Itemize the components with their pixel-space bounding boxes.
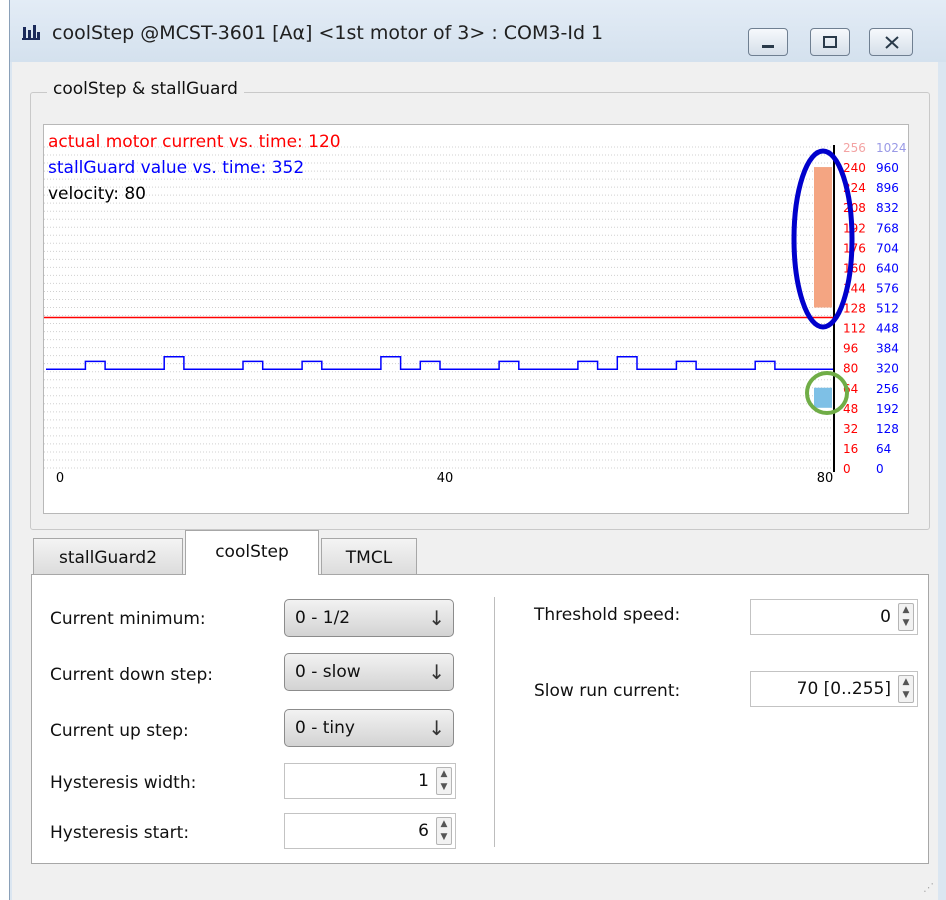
window-title: coolStep @MCST-3601 [Aα] <1st motor of 3…: [52, 22, 604, 44]
x-tick-label: 40: [437, 471, 454, 486]
y-tick-label-current: 128: [843, 302, 866, 316]
current-up-step-value: 0 - tiny: [295, 718, 355, 738]
arrow-down-icon: ↓: [428, 716, 445, 740]
client-area: coolStep & stallGuard actual motor curre…: [12, 62, 938, 900]
slow-run-current-value: 70 [0..255]: [796, 679, 891, 699]
y-tick-label-current: 192: [843, 221, 866, 235]
current-down-step-label: Current down step:: [50, 665, 214, 685]
y-tick-label-stallguard: 640: [876, 261, 899, 275]
maximize-icon: [823, 36, 837, 48]
y-tick-label-current: 80: [843, 362, 858, 376]
arrow-down-icon: ↓: [428, 660, 445, 684]
minimize-button[interactable]: [748, 28, 788, 56]
y-tick-label-stallguard: 576: [876, 281, 899, 295]
hysteresis-width-spinbox[interactable]: 1 ▲ ▼: [284, 763, 456, 799]
y-tick-label-current: 112: [843, 322, 866, 336]
y-tick-label-stallguard: 320: [876, 362, 899, 376]
tab-coolstep[interactable]: coolStep: [185, 530, 319, 575]
x-tick-label: 0: [56, 471, 64, 486]
chart-area: actual motor current vs. time: 120 stallG…: [43, 124, 909, 514]
threshold-speed-spinbox[interactable]: 0 ▲ ▼: [750, 599, 918, 635]
y-tick-label-current: 208: [843, 201, 866, 215]
hysteresis-start-value: 6: [418, 821, 429, 841]
spin-arrows-icon[interactable]: ▲ ▼: [436, 817, 452, 845]
y-tick-label-stallguard: 512: [876, 302, 899, 316]
close-button[interactable]: [869, 28, 913, 56]
y-tick-label-current: 256: [843, 141, 866, 155]
y-tick-label-current: 96: [843, 342, 858, 356]
coolstep-panel: Current minimum: 0 - 1/2 ↓ Current down …: [31, 574, 929, 864]
y-tick-label-current: 0: [843, 462, 851, 476]
separator: [494, 597, 495, 847]
slow-run-current-label: Slow run current:: [534, 681, 681, 701]
slow-run-current-spinbox[interactable]: 70 [0..255] ▲ ▼: [750, 671, 918, 707]
spin-arrows-icon[interactable]: ▲ ▼: [898, 675, 914, 703]
y-tick-label-current: 240: [843, 161, 866, 175]
y-tick-label-stallguard: 64: [876, 442, 891, 456]
minimize-icon: [762, 45, 774, 48]
hysteresis-start-spinbox[interactable]: 6 ▲ ▼: [284, 813, 456, 849]
tab-stallguard2[interactable]: stallGuard2: [33, 538, 183, 574]
spin-arrows-icon[interactable]: ▲ ▼: [436, 767, 452, 795]
current-up-step-select[interactable]: 0 - tiny ↓: [284, 709, 454, 747]
y-tick-label-stallguard: 0: [876, 462, 884, 476]
y-tick-label-stallguard: 128: [876, 422, 899, 436]
threshold-speed-value: 0: [880, 607, 891, 627]
y-tick-label-stallguard: 960: [876, 161, 899, 175]
tab-tmcl[interactable]: TMCL: [321, 538, 417, 574]
close-icon: [885, 36, 899, 49]
y-tick-label-stallguard: 768: [876, 221, 899, 235]
current-minimum-select[interactable]: 0 - 1/2 ↓: [284, 599, 454, 637]
y-tick-label-stallguard: 1024: [876, 141, 907, 155]
bar-chart-icon: [22, 25, 40, 40]
y-tick-label-current: 32: [843, 422, 858, 436]
y-tick-label-stallguard: 384: [876, 342, 899, 356]
y-tick-label-stallguard: 704: [876, 241, 899, 255]
hysteresis-width-value: 1: [418, 771, 429, 791]
y-tick-label-stallguard: 192: [876, 402, 899, 416]
legend-entry: actual motor current vs. time: 120: [48, 132, 341, 152]
y-tick-label-stallguard: 832: [876, 201, 899, 215]
coolstep-chart: actual motor current vs. time: 120 stallG…: [44, 132, 907, 486]
title-bar[interactable]: coolStep @MCST-3601 [Aα] <1st motor of 3…: [10, 0, 946, 62]
group-title: coolStep & stallGuard: [47, 79, 244, 99]
current-down-step-value: 0 - slow: [295, 662, 361, 682]
y-tick-label-stallguard: 448: [876, 322, 899, 336]
y-tick-label-current: 16: [843, 442, 858, 456]
coolstep-window: coolStep @MCST-3601 [Aα] <1st motor of 3…: [9, 0, 946, 900]
hysteresis-start-label: Hysteresis start:: [50, 823, 190, 843]
arrow-down-icon: ↓: [428, 606, 445, 630]
y-tick-label-stallguard: 896: [876, 181, 899, 195]
stallguard-series-line: [46, 355, 834, 371]
legend-entry: velocity: 80: [48, 184, 146, 204]
resize-grip-icon[interactable]: ⋰: [923, 881, 934, 894]
legend-entry: stallGuard value vs. time: 352: [48, 158, 304, 178]
current-bar-indicator: [814, 387, 832, 408]
current-up-step-label: Current up step:: [50, 721, 189, 741]
hysteresis-width-label: Hysteresis width:: [50, 773, 197, 793]
stallGuard-bar-indicator: [814, 167, 832, 308]
threshold-speed-label: Threshold speed:: [534, 605, 681, 625]
current-minimum-value: 0 - 1/2: [295, 608, 351, 628]
x-tick-label: 80: [817, 471, 834, 486]
y-tick-label-stallguard: 256: [876, 382, 899, 396]
current-down-step-select[interactable]: 0 - slow ↓: [284, 653, 454, 691]
current-minimum-label: Current minimum:: [50, 609, 206, 629]
maximize-button[interactable]: [810, 28, 850, 56]
tab-bar: stallGuard2 coolStep TMCL: [31, 530, 929, 578]
spin-arrows-icon[interactable]: ▲ ▼: [898, 603, 914, 631]
y-tick-label-current: 160: [843, 261, 866, 275]
